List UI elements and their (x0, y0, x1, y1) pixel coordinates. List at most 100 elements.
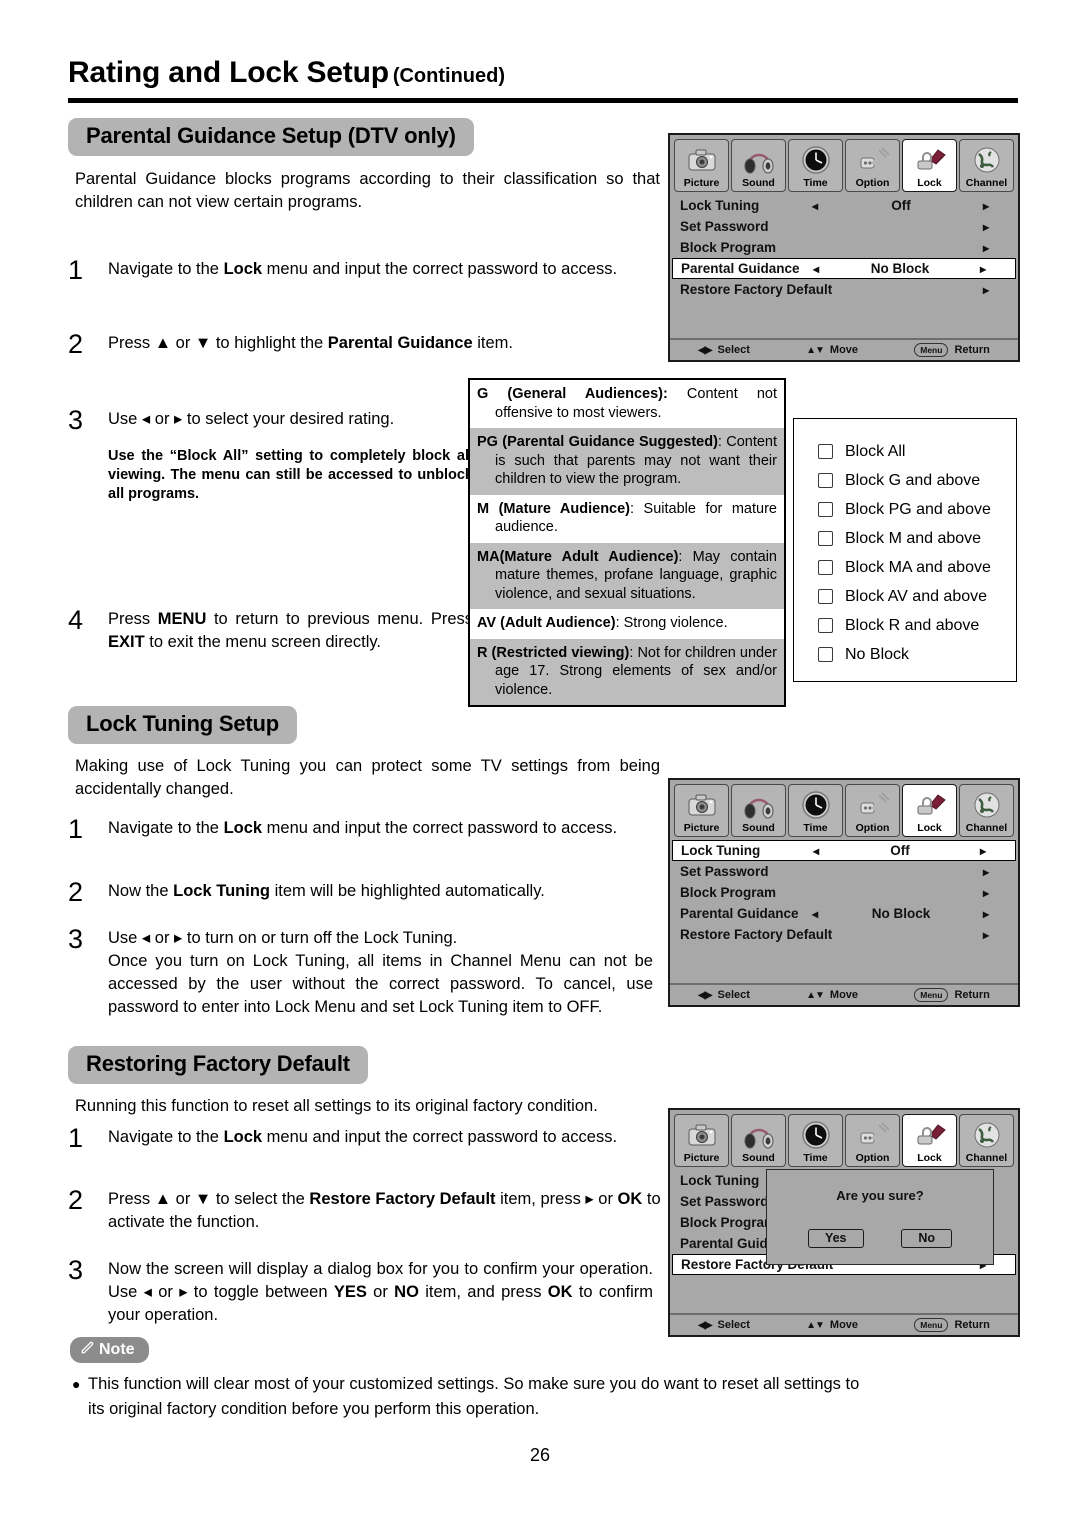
step-text-post: menu and input the correct password to a… (262, 1128, 618, 1146)
osd-tab-time[interactable]: Time (788, 784, 843, 837)
right-arrow-icon[interactable]: ▸ (962, 220, 1010, 234)
osd-row-restore-factory-default[interactable]: Restore Factory Default ▸ (670, 924, 1018, 945)
checkbox-icon[interactable] (818, 589, 833, 604)
yes-button[interactable]: Yes (807, 1229, 864, 1248)
block-option-item[interactable]: Block AV and above (818, 582, 1016, 611)
step-text-mid: or (366, 1283, 395, 1301)
block-option-item[interactable]: No Block (818, 640, 1016, 669)
checkbox-icon[interactable] (818, 647, 833, 662)
step-number: 2 (68, 329, 84, 359)
osd-tab-option[interactable]: Option (845, 784, 900, 837)
osd-tab-channel[interactable]: Channel (959, 1114, 1014, 1167)
osd-row-label: Block Program (680, 240, 777, 255)
headphones-icon (739, 144, 779, 176)
checkbox-icon[interactable] (818, 531, 833, 546)
osd-tab-lock[interactable]: Lock (902, 1114, 957, 1167)
osd-tab-label: Channel (965, 1152, 1008, 1164)
osd-row-label: Set Password (680, 864, 769, 879)
restore-intro-paragraph: Running this function to reset all setti… (75, 1097, 598, 1115)
osd-row-lock-tuning[interactable]: Lock Tuning ◂ Off ▸ (670, 195, 1018, 216)
right-arrow-icon[interactable]: ▸ (962, 283, 1010, 297)
up-down-keys-icon: ▲▼ (806, 989, 825, 1001)
osd-row-block-program[interactable]: Block Program ▸ (670, 237, 1018, 258)
osd-footer-label: Select (717, 989, 750, 1001)
menu-key-icon: Menu (914, 988, 949, 1002)
osd-tab-channel[interactable]: Channel (959, 784, 1014, 837)
block-option-item[interactable]: Block G and above (818, 466, 1016, 495)
no-button[interactable]: No (901, 1229, 953, 1248)
osd-list-spacer (670, 1275, 1018, 1313)
osd-menu-list: Lock Tuning ◂ Off ▸ Set Password ▸ Block… (670, 837, 1018, 983)
block-option-item[interactable]: Block PG and above (818, 495, 1016, 524)
right-arrow-icon[interactable]: ▸ (962, 241, 1010, 255)
osd-row-set-password[interactable]: Set Password ▸ (670, 861, 1018, 882)
rating-code: PG (477, 434, 498, 450)
checkbox-icon[interactable] (818, 444, 833, 459)
osd-tab-channel[interactable]: Channel (959, 139, 1014, 192)
note-text: This function will clear most of your cu… (88, 1375, 860, 1418)
step-parental-1: 1 Navigate to the Lock menu and input th… (62, 257, 662, 284)
osd-row-set-password[interactable]: Set Password ▸ (670, 216, 1018, 237)
section-heading-label: Restoring Factory Default (68, 1046, 368, 1084)
block-option-label: Block AV and above (845, 587, 988, 605)
section-heading-label: Lock Tuning Setup (68, 706, 297, 744)
checkbox-icon[interactable] (818, 560, 833, 575)
block-option-item[interactable]: Block MA and above (818, 553, 1016, 582)
osd-row-parental-guidance[interactable]: Parental Guidance ◂ No Block ▸ (672, 258, 1016, 279)
osd-tab-sound[interactable]: Sound (731, 1114, 786, 1167)
camera-icon (682, 1119, 722, 1151)
osd-row-label: Lock Tuning (680, 198, 760, 213)
left-arrow-icon[interactable]: ◂ (813, 262, 841, 276)
osd-row-restore-factory-default[interactable]: Restore Factory Default ▸ (670, 279, 1018, 300)
right-arrow-icon[interactable]: ▸ (959, 844, 1007, 858)
block-option-item[interactable]: Block M and above (818, 524, 1016, 553)
osd-tab-lock[interactable]: Lock (902, 139, 957, 192)
parental-intro-paragraph: Parental Guidance blocks programs accord… (75, 170, 660, 211)
osd-row-parental-guidance[interactable]: Parental Guidance ◂ No Block ▸ (670, 903, 1018, 924)
osd-tab-sound[interactable]: Sound (731, 139, 786, 192)
osd-tab-option[interactable]: Option (845, 139, 900, 192)
step-text-post: item will be highlighted automatically. (269, 882, 545, 900)
osd-footer-return: Menu Return (914, 988, 990, 1002)
padlock-icon (910, 144, 950, 176)
right-arrow-icon[interactable]: ▸ (962, 199, 1010, 213)
right-arrow-icon[interactable]: ▸ (962, 928, 1010, 942)
osd-tab-time[interactable]: Time (788, 139, 843, 192)
block-option-item[interactable]: Block All (818, 437, 1016, 466)
osd-tab-picture[interactable]: Picture (674, 1114, 729, 1167)
osd-tab-label: Time (803, 177, 828, 189)
osd-tab-picture[interactable]: Picture (674, 139, 729, 192)
left-arrow-icon[interactable]: ◂ (813, 844, 841, 858)
step-text-bold3: OK (547, 1283, 573, 1301)
osd-row-block-program[interactable]: Block Program ▸ (670, 882, 1018, 903)
osd-row-lock-tuning[interactable]: Lock Tuning ◂ Off ▸ (672, 840, 1016, 861)
osd-tab-lock[interactable]: Lock (902, 784, 957, 837)
osd-footer-move: ▲▼ Move (806, 989, 858, 1001)
right-arrow-icon[interactable]: ▸ (959, 262, 1007, 276)
osd-screenshot-restore-confirm: Picture Sound Time Option Lock Channel L… (668, 1108, 1020, 1337)
step-text: Use ◂ or ▸ to select your desired rating… (108, 408, 473, 504)
checkbox-icon[interactable] (818, 618, 833, 633)
checkbox-icon[interactable] (818, 502, 833, 517)
rating-row-text: AV (Adult Audience): Strong violence. (477, 614, 777, 633)
osd-tab-picture[interactable]: Picture (674, 784, 729, 837)
pen-icon (80, 1340, 95, 1359)
left-arrow-icon[interactable]: ◂ (812, 199, 840, 213)
checkbox-icon[interactable] (818, 473, 833, 488)
left-arrow-icon[interactable]: ◂ (812, 907, 840, 921)
osd-screenshot-parental-guidance: Picture Sound Time Option Lock Channel L… (668, 133, 1020, 362)
osd-tab-option[interactable]: Option (845, 1114, 900, 1167)
block-option-item[interactable]: Block R and above (818, 611, 1016, 640)
right-arrow-icon[interactable]: ▸ (962, 865, 1010, 879)
osd-tab-time[interactable]: Time (788, 1114, 843, 1167)
osd-tab-label: Channel (965, 177, 1008, 189)
block-option-label: Block MA and above (845, 558, 991, 576)
osd-footer-select: ◀▶ Select (698, 989, 750, 1001)
step-text-post2: item, and press (418, 1283, 548, 1301)
right-arrow-icon[interactable]: ▸ (962, 886, 1010, 900)
rating-row-text: R (Restricted viewing): Not for children… (477, 644, 777, 700)
step-text-bold: Parental Guidance (327, 334, 473, 352)
right-arrow-icon[interactable]: ▸ (962, 907, 1010, 921)
manual-page: Rating and Lock Setup (Continued) Parenta… (0, 0, 1080, 1527)
osd-tab-sound[interactable]: Sound (731, 784, 786, 837)
